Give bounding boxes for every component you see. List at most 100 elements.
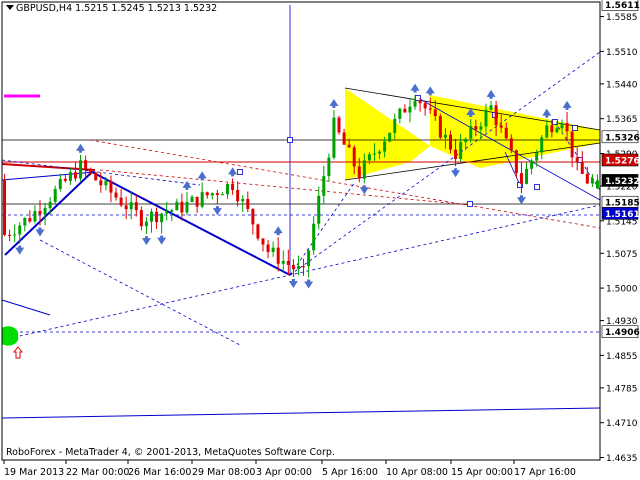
chart-background <box>0 0 640 480</box>
candle-body <box>38 211 42 215</box>
candle-body <box>13 234 17 236</box>
x-tick-label: 22 Mar 00:00 <box>66 467 129 478</box>
candle-body <box>352 147 356 167</box>
candle-body <box>205 192 209 196</box>
candle-body <box>408 106 412 113</box>
candle-body <box>388 132 392 142</box>
candle-body <box>124 205 128 210</box>
candle-body <box>241 199 245 202</box>
candle-body <box>307 250 311 267</box>
candle-body <box>332 117 336 158</box>
price-label: 1.5232 <box>605 177 640 187</box>
candle-body <box>89 169 93 173</box>
candle-body <box>509 138 513 151</box>
candle-body <box>165 211 169 214</box>
x-tick-label: 19 Mar 2013 <box>4 467 64 478</box>
candle-body <box>337 117 341 133</box>
candle-body <box>327 157 331 177</box>
candle-body <box>18 225 22 235</box>
candle-body <box>286 260 290 265</box>
candle-body <box>109 180 113 193</box>
candle-body <box>129 202 133 210</box>
candle-body <box>535 152 539 161</box>
candle-body <box>33 211 37 222</box>
candle-body <box>479 126 483 130</box>
candle-body <box>580 161 584 174</box>
candle-body <box>443 134 447 138</box>
candle-body <box>266 244 270 252</box>
candle-body <box>200 192 204 207</box>
candle-body <box>494 105 498 126</box>
candle-body <box>215 193 219 196</box>
y-tick-label: 1.4635 <box>606 454 638 464</box>
candle-body <box>347 144 351 148</box>
candle-body <box>175 201 179 211</box>
candle-body <box>413 100 417 107</box>
candle-body <box>565 123 569 132</box>
candle-body <box>398 108 402 119</box>
candle-body <box>362 160 366 179</box>
candle-body <box>545 125 549 138</box>
candle-body <box>84 160 88 170</box>
candle-body <box>220 194 224 196</box>
candle-body <box>474 126 478 130</box>
candle-body <box>236 190 240 202</box>
candle-body <box>281 260 285 264</box>
candle-body <box>261 238 265 245</box>
candle-body <box>150 211 153 222</box>
price-label: 1.5161 <box>605 210 640 220</box>
waypoint-marker <box>237 169 243 175</box>
candle-body <box>342 132 346 145</box>
candle-body <box>144 221 148 227</box>
x-tick-label: 15 Apr 00:00 <box>451 467 513 478</box>
candle-body <box>519 173 523 184</box>
candle-body <box>104 180 108 186</box>
x-tick-label: 3 Apr 00:00 <box>256 467 312 478</box>
candle-body <box>489 105 493 110</box>
candle-body <box>540 137 544 153</box>
candle-body <box>372 153 376 155</box>
y-tick-label: 1.4785 <box>606 384 638 394</box>
candle-body <box>585 173 589 184</box>
candle-body <box>195 196 199 207</box>
y-tick-label: 1.4710 <box>606 419 638 429</box>
candle-body <box>53 188 57 202</box>
candle-body <box>114 192 118 198</box>
candle-body <box>28 218 32 222</box>
candle-body <box>73 172 77 179</box>
candle-body <box>530 160 534 169</box>
x-tick-label: 5 Apr 16:00 <box>322 467 378 478</box>
waypoint-marker <box>467 201 473 207</box>
candle-body <box>134 202 138 211</box>
x-tick-label: 26 Mar 16:00 <box>128 467 191 478</box>
candle-body <box>256 224 260 239</box>
price-chart[interactable]: 1.55851.55101.54401.53651.52901.52201.51… <box>0 0 640 480</box>
candle-body <box>595 180 599 189</box>
candle-body <box>231 183 235 191</box>
candle-body <box>499 125 503 128</box>
candle-body <box>590 178 594 184</box>
candle-body <box>79 160 83 179</box>
candle-body <box>560 123 564 129</box>
candle-body <box>357 166 361 179</box>
target-zone <box>2 326 19 346</box>
candle-body <box>291 264 295 269</box>
copyright-text: RoboForex - MetaTrader 4, © 2001-2013, M… <box>6 447 335 458</box>
candle-body <box>555 128 559 133</box>
candle-body <box>276 247 280 264</box>
candle-body <box>119 197 123 206</box>
candle-body <box>418 100 422 104</box>
candle-body <box>94 172 98 181</box>
candle-body <box>454 149 458 160</box>
price-label: 1.5326 <box>605 133 640 143</box>
candle-body <box>312 223 316 251</box>
candle-body <box>464 138 468 143</box>
candle-body <box>403 108 407 113</box>
price-label: 1.5611 <box>605 1 640 11</box>
candle-body <box>525 168 529 184</box>
x-tick-label: 10 Apr 08:00 <box>386 467 448 478</box>
candle-body <box>504 127 508 139</box>
candle-body <box>322 176 326 196</box>
waypoint-marker <box>287 137 293 143</box>
candle-body <box>484 109 488 127</box>
